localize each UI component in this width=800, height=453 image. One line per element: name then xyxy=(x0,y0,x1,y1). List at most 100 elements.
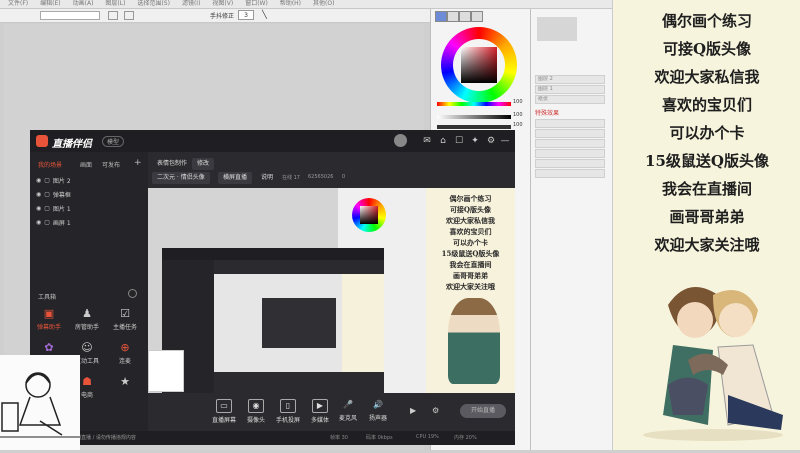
color-wheel[interactable] xyxy=(441,27,517,103)
eye-icon[interactable]: ◉ xyxy=(36,205,41,212)
property-row xyxy=(535,139,605,148)
preview-note-line: 欢迎大家关注哦 xyxy=(446,282,495,291)
tool-label: 主播任务 xyxy=(112,324,137,331)
eye-icon[interactable]: ◉ xyxy=(36,219,41,226)
menu-item[interactable]: 编辑(E) xyxy=(40,0,60,8)
window-icon[interactable]: ☐ xyxy=(454,137,464,146)
layer-row[interactable]: 图层 2 xyxy=(535,75,605,84)
layer-row[interactable]: 图层 1 xyxy=(535,85,605,94)
tool-label: 电商 xyxy=(80,392,93,399)
menu-item[interactable]: 图层(L) xyxy=(105,0,125,8)
media-button[interactable]: ▶ 多媒体 xyxy=(306,399,334,424)
room-id: 62565026 xyxy=(308,174,334,180)
tool-extra[interactable]: ★ xyxy=(110,376,140,406)
property-title: 特殊效果 xyxy=(535,110,560,117)
saturation-value: 100 xyxy=(513,112,523,118)
preview-color-wheel xyxy=(352,198,386,232)
mail-icon[interactable]: ✉ xyxy=(422,137,432,146)
preview-note-line: 偶尔画个练习 xyxy=(449,194,492,203)
star-icon: ★ xyxy=(120,375,130,388)
avatar[interactable] xyxy=(394,134,407,147)
layer-name: 画屏 1 xyxy=(52,219,71,227)
scene-tab-edit[interactable]: 修改 xyxy=(192,158,215,170)
add-scene-button[interactable]: + xyxy=(134,158,142,168)
cpu-status: CPU 19% xyxy=(416,434,439,440)
app-name: 直播伴侣 xyxy=(52,139,92,150)
layer-row[interactable]: ◉ ▢ 图片 2 xyxy=(36,174,136,186)
screen-capture-button[interactable]: ▭ 直播屏幕 xyxy=(210,399,238,424)
layer-name: 图片 2 xyxy=(52,177,71,185)
color-set-tab[interactable] xyxy=(447,11,459,22)
settings-icon[interactable]: ⚙ xyxy=(432,406,439,415)
note-line: 可以办个卡 xyxy=(669,124,745,142)
menu-item[interactable]: 动画(A) xyxy=(73,0,94,8)
tool-label: 弹幕助手 xyxy=(36,324,61,331)
saturation-slider[interactable] xyxy=(437,115,511,119)
minimize-icon[interactable]: — xyxy=(500,137,510,146)
lock-icon[interactable]: ▢ xyxy=(44,177,50,184)
camera-button[interactable]: ◉ 摄像头 xyxy=(242,399,270,424)
pen-icon[interactable]: ╲ xyxy=(262,10,267,19)
scene-tag-help[interactable]: 说明 xyxy=(256,172,278,184)
start-live-button[interactable]: 开始直播 xyxy=(460,404,506,418)
microphone-button[interactable]: 🎤 麦克风 xyxy=(334,399,362,422)
stream-preview[interactable]: 偶尔画个练习 可接Q版头像 欢迎大家私信我 喜欢的宝贝们 可以办个卡 15级鼠送Q版头像我… xyxy=(148,188,515,393)
value-slider[interactable] xyxy=(437,125,511,129)
lock-icon[interactable]: ▢ xyxy=(44,191,50,198)
scene-tab-emoji[interactable]: 表情包制作 xyxy=(152,158,192,170)
scene-tag-orientation[interactable]: 横屏直播 xyxy=(218,172,253,184)
lock-icon[interactable]: ▢ xyxy=(44,219,50,226)
tab-publish[interactable]: 可发布 xyxy=(102,160,120,169)
toolbox-title: 工具箱 xyxy=(38,294,57,301)
button-label: 摄像头 xyxy=(246,417,265,424)
brush-option-button[interactable] xyxy=(124,11,134,20)
phone-cast-button[interactable]: ▯ 手机投屏 xyxy=(274,399,302,424)
speaker-button[interactable]: 🔊 扬声器 xyxy=(364,399,392,422)
layer-row[interactable]: ◉ ▢ 画屏 1 xyxy=(36,216,136,228)
note-line: 偶尔画个练习 xyxy=(661,12,752,30)
scene-tag-category[interactable]: 二次元 · 情侣头像 xyxy=(152,172,210,184)
preview-note-line: 画哥哥弟弟 xyxy=(453,271,488,280)
layer-row[interactable]: 纸张 xyxy=(535,95,605,104)
hue-slider[interactable] xyxy=(437,102,511,106)
stabilizer-label: 手抖修正 xyxy=(210,13,235,20)
navigator-thumbnail xyxy=(537,17,577,41)
stabilizer-value[interactable]: 3 xyxy=(238,10,254,20)
tab-screen[interactable]: 画面 xyxy=(80,160,92,169)
eye-icon[interactable]: ◉ xyxy=(36,191,41,198)
menu-item[interactable]: 文件(F) xyxy=(8,0,28,8)
layer-row[interactable]: ◉ ▢ 弹幕框 xyxy=(36,188,136,200)
fps-status: 帧率 30 xyxy=(330,435,348,441)
home-icon[interactable]: ⌂ xyxy=(438,137,448,146)
record-icon[interactable]: ▶ xyxy=(410,406,416,415)
lock-icon[interactable]: ▢ xyxy=(44,205,50,212)
menu-item[interactable]: 选择范围(S) xyxy=(137,0,170,8)
phone-icon: ▯ xyxy=(280,399,296,413)
tool-link-mic[interactable]: ⊕ 连麦 xyxy=(110,342,140,372)
eye-icon[interactable]: ◉ xyxy=(36,177,41,184)
menu-item[interactable]: 窗口(W) xyxy=(245,0,268,8)
tool-room-admin[interactable]: ♟ 房管助手 xyxy=(72,308,102,338)
note-line: 喜欢的宝贝们 xyxy=(661,96,752,114)
menu-item[interactable]: 滤镜(I) xyxy=(182,0,200,8)
color-wheel-tab[interactable] xyxy=(435,11,447,22)
menu-item[interactable]: 其他(O) xyxy=(313,0,334,8)
color-history-tab[interactable] xyxy=(471,11,483,22)
gear-icon[interactable]: ⚙ xyxy=(486,137,496,146)
hue-value: 100 xyxy=(513,99,523,105)
tool-label: 连麦 xyxy=(118,358,131,365)
menu-item[interactable]: 视图(V) xyxy=(212,0,233,8)
tab-my-scenes[interactable]: 我的场景 xyxy=(38,160,62,169)
microphone-icon: 🎤 xyxy=(343,400,353,409)
color-slider-tab[interactable] xyxy=(459,11,471,22)
menu-item[interactable]: 帮助(H) xyxy=(280,0,301,8)
spark-icon[interactable]: ✦ xyxy=(470,137,480,146)
tool-tasks[interactable]: ☑ 主播任务 xyxy=(110,308,140,338)
brush-size-field[interactable] xyxy=(40,11,100,20)
toolbox-settings-icon[interactable] xyxy=(128,289,137,298)
saturation-square[interactable] xyxy=(461,47,497,83)
layer-row[interactable]: ◉ ▢ 图片 1 xyxy=(36,202,136,214)
brush-option-button[interactable] xyxy=(108,11,118,20)
tool-danmu[interactable]: ▣ 弹幕助手 xyxy=(34,308,64,338)
status-bar: 请文明直播 / 请勿传播违规内容 帧率 30 码率 0kbps CPU 19% … xyxy=(30,431,515,445)
